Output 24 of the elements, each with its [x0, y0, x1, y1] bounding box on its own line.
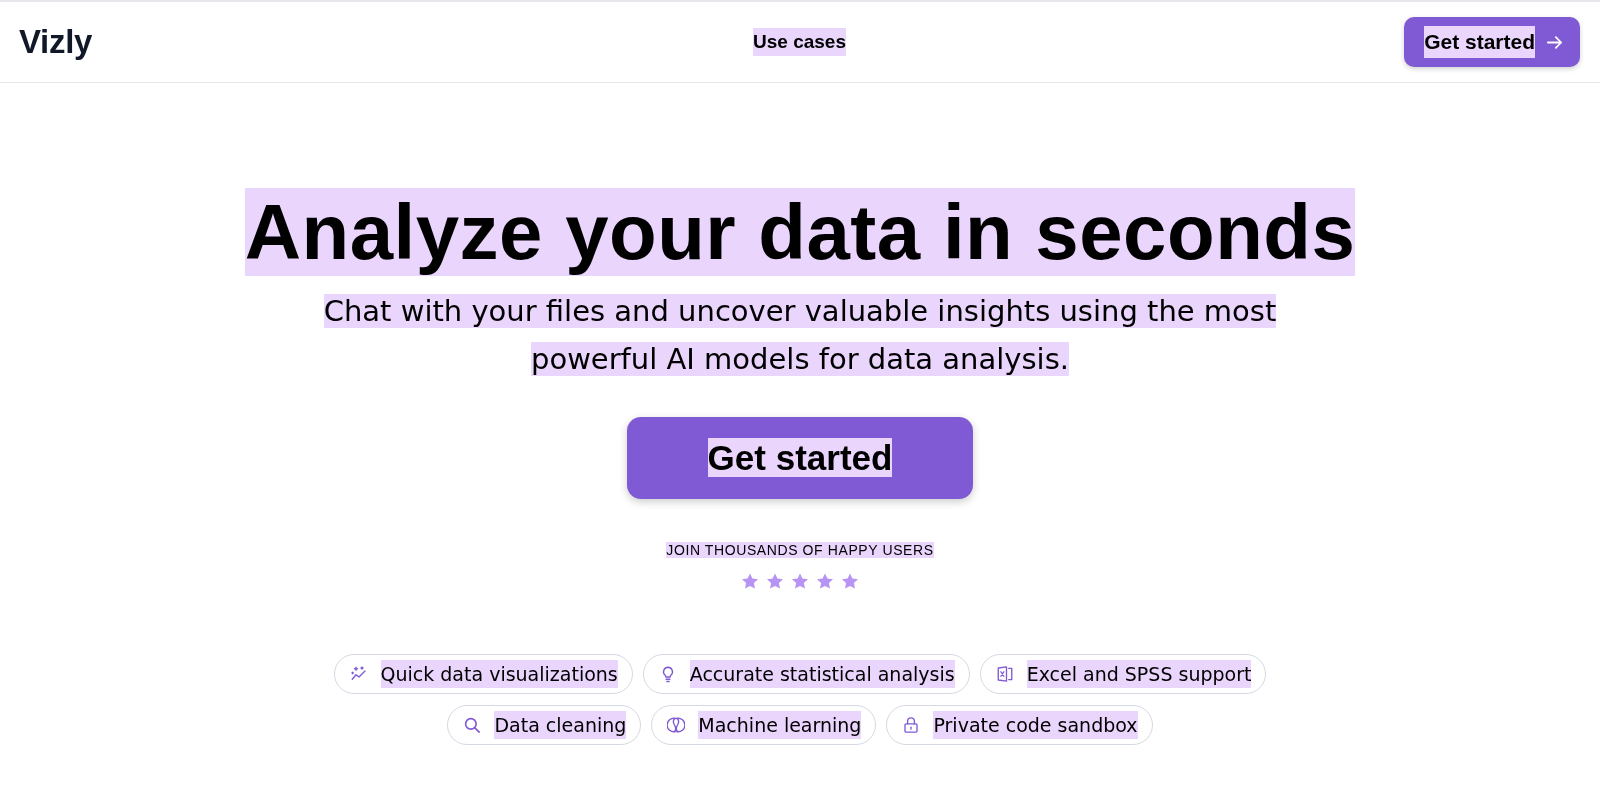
social-proof-text: JOIN THOUSANDS OF HAPPY USERS: [666, 542, 934, 558]
file-x-icon: [995, 665, 1014, 683]
arrow-right-icon: [1547, 35, 1562, 49]
sparkle-chart-icon: [349, 665, 368, 683]
feature-label: Accurate statistical analysis: [689, 659, 955, 689]
logo-wordmark[interactable]: Vizly: [19, 17, 93, 67]
star-icon: [742, 573, 758, 589]
star-icon: [767, 573, 783, 589]
star-icon: [842, 573, 858, 589]
feature-label: Private code sandbox: [933, 710, 1138, 740]
nav-link[interactable]: Use cases: [753, 27, 846, 57]
feature-label: Data cleaning: [494, 710, 627, 740]
brain-icon: [667, 716, 686, 734]
hero-subtitle: Chat with your files and uncover valuable insights using the most powerful AI models for data analysis.: [322, 293, 1278, 378]
hero-headline: Analyze your data in seconds: [244, 188, 1356, 276]
feature-label: Excel and SPSS support: [1026, 659, 1252, 689]
feature-label: Machine learning: [698, 710, 862, 740]
search-icon: [463, 716, 482, 734]
get-started-button[interactable]: Get started: [627, 417, 973, 499]
star-icon: [817, 573, 833, 589]
lock-icon: [902, 716, 921, 734]
feature-label: Quick data visualizations: [380, 659, 618, 689]
star-icon: [792, 573, 808, 589]
get-started-button[interactable]: Get started: [1404, 17, 1580, 67]
